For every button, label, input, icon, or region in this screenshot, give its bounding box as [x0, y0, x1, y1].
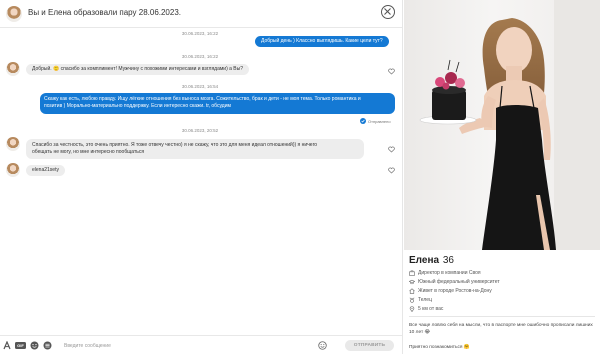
check-icon	[360, 118, 366, 124]
send-button[interactable]: ОТПРАВИТЬ	[345, 340, 394, 351]
info-row-distance: 5 км от вас	[409, 306, 443, 312]
message-line: позитив ) Морально-материально поддержку…	[44, 103, 231, 110]
close-button[interactable]	[381, 5, 395, 19]
info-row-zodiac: Телец	[409, 297, 432, 303]
profile-bio: Все чаще ловлю себя на мысли, что в пасп…	[409, 323, 593, 335]
info-text: Директор в компании Своя	[418, 270, 481, 276]
message-line: Спасибо за честность, это очень приятно.…	[32, 142, 318, 148]
outgoing-message[interactable]: Скажу как есть, любою правду. Ищу лёгкие…	[40, 93, 395, 114]
chat-header: Вы и Елена образовали пару 28.06.2023.	[0, 0, 402, 28]
incoming-message[interactable]: Добрый. 🙂 спасибо за комплимент! Мужчину…	[26, 64, 250, 76]
heart-icon[interactable]	[388, 167, 395, 174]
profile-greeting: Приятно познакомиться 🤗	[409, 345, 470, 350]
info-row-job: Директор в компании Своя	[409, 270, 481, 276]
delivery-status: Отправлено	[360, 118, 391, 124]
message-line: обещать не могу, но мне интересно пообща…	[32, 149, 145, 156]
info-text: Южный федеральный университет	[418, 279, 500, 285]
menu-icon[interactable]	[43, 341, 52, 350]
divider	[409, 316, 595, 317]
avatar[interactable]	[6, 163, 20, 177]
attach-icon[interactable]	[3, 341, 11, 350]
info-text: 5 км от вас	[418, 306, 444, 312]
message-input[interactable]	[64, 341, 304, 351]
emoji-icon[interactable]	[318, 341, 327, 350]
chat-title: Вы и Елена образовали пару 28.06.2023.	[28, 8, 182, 17]
date-separator: 30.06.2023, 16:22	[181, 54, 219, 59]
info-text: Живет в городе Ростов-на-Дону	[418, 288, 492, 294]
profile-pane: Елена 36 Директор в компании Своя Южный …	[402, 0, 600, 354]
graduation-cap-icon	[409, 279, 415, 285]
sticker-icon[interactable]	[30, 341, 39, 350]
home-icon	[409, 288, 415, 294]
outgoing-message[interactable]: Добрый день ) Классно выглядишь. Какие ц…	[255, 36, 389, 48]
message-input-bar: GIF ОТПРАВИТЬ	[0, 335, 402, 354]
avatar[interactable]	[6, 137, 20, 151]
date-separator: 30.06.2023, 20:52	[181, 128, 219, 133]
gif-button[interactable]: GIF	[15, 342, 26, 349]
avatar[interactable]	[6, 6, 22, 22]
briefcase-icon	[409, 270, 415, 276]
avatar[interactable]	[6, 62, 20, 76]
heart-icon[interactable]	[388, 146, 395, 153]
message-line: Скажу как есть, любою правду. Ищу лёгкие…	[44, 96, 361, 102]
profile-name-age: Елена 36	[409, 255, 454, 266]
profile-photo[interactable]	[404, 0, 600, 250]
heart-icon[interactable]	[388, 68, 395, 75]
info-row-education: Южный федеральный университет	[409, 279, 500, 285]
profile-name: Елена	[409, 255, 440, 266]
zodiac-icon	[409, 297, 415, 303]
info-text: Телец	[418, 297, 432, 303]
profile-age: 36	[442, 255, 454, 266]
info-row-city: Живет в городе Ростов-на-Дону	[409, 288, 492, 294]
date-separator: 30.06.2023, 16:54	[181, 84, 219, 89]
incoming-message[interactable]: elena21sety	[26, 165, 65, 177]
close-icon	[384, 8, 392, 16]
chat-pane: Вы и Елена образовали пару 28.06.2023. 3…	[0, 0, 402, 354]
sent-label: Отправлено	[368, 118, 391, 124]
location-pin-icon	[409, 306, 415, 312]
profile-photo-illustration	[419, 0, 600, 250]
incoming-message[interactable]: Спасибо за честность, это очень приятно.…	[26, 139, 364, 160]
